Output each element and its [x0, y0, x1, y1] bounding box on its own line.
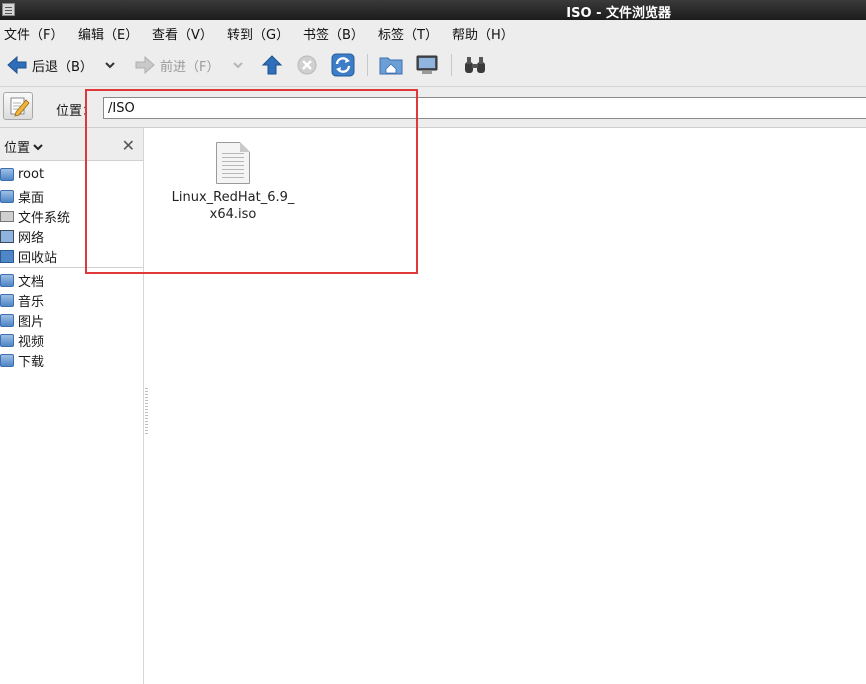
sidebar-item-trash[interactable]: 回收站	[0, 246, 142, 266]
sidebar-item-label: 视频	[18, 334, 45, 350]
toolbar: 后退（B） 前进（F）	[0, 44, 866, 87]
forward-label: 前进（F）	[160, 59, 220, 75]
chevron-down-icon	[33, 144, 43, 151]
sidebar-item-label: 下载	[18, 354, 45, 370]
sidebar-item-label: 音乐	[18, 294, 45, 310]
computer-button[interactable]	[415, 52, 439, 78]
stop-button[interactable]	[296, 52, 318, 78]
menu-tabs[interactable]: 标签（T）	[378, 24, 438, 43]
forward-arrow-icon	[135, 55, 155, 75]
sidebar-item-label: 图片	[18, 314, 45, 330]
forward-history-dropdown[interactable]	[232, 52, 244, 78]
videos-folder-icon	[0, 333, 14, 347]
home-folder-icon	[0, 167, 14, 181]
sidebar-item-label: root	[18, 166, 45, 182]
sidebar-header: 位置 ✕	[0, 128, 143, 161]
chevron-down-icon	[233, 62, 243, 69]
window-title: ISO - 文件浏览器	[566, 6, 671, 21]
menu-edit[interactable]: 编辑（E）	[78, 24, 138, 43]
home-button[interactable]	[379, 52, 403, 78]
location-input[interactable]	[103, 97, 866, 119]
up-arrow-icon	[261, 55, 283, 75]
sidebar-item-label: 桌面	[18, 190, 45, 206]
sidebar-item-documents[interactable]: 文档	[0, 270, 142, 290]
title-bar: ISO - 文件浏览器	[0, 0, 866, 21]
up-button[interactable]	[261, 52, 283, 78]
toolbar-separator	[367, 54, 368, 76]
sidebar: 位置 ✕ root 桌面 文件系统 网络 回收站 文档 音乐 图片 视频 下载	[0, 128, 144, 684]
stop-icon	[297, 55, 317, 75]
pencil-edit-icon	[10, 97, 30, 117]
reload-icon	[331, 53, 355, 77]
iso-file-icon	[216, 142, 250, 184]
sidebar-item-filesystem[interactable]: 文件系统	[0, 206, 142, 226]
location-label: 位置：	[56, 104, 96, 119]
sidebar-item-label: 回收站	[18, 250, 58, 266]
home-folder-icon	[379, 57, 403, 75]
binoculars-search-icon	[465, 57, 485, 73]
search-button[interactable]	[463, 52, 487, 78]
sidebar-item-pictures[interactable]: 图片	[0, 310, 142, 330]
sidebar-item-label: 文档	[18, 274, 45, 290]
sidebar-divider	[0, 267, 143, 268]
sidebar-item-network[interactable]: 网络	[0, 226, 142, 246]
menu-bookmarks[interactable]: 书签（B）	[303, 24, 364, 43]
pictures-folder-icon	[0, 313, 14, 327]
menu-help[interactable]: 帮助（H）	[452, 24, 514, 43]
forward-button[interactable]: 前进（F）	[134, 52, 219, 78]
menu-view[interactable]: 查看（V）	[152, 24, 213, 43]
back-arrow-icon	[7, 55, 27, 75]
sidebar-item-music[interactable]: 音乐	[0, 290, 142, 310]
sidebar-item-label: 文件系统	[18, 210, 71, 226]
back-history-dropdown[interactable]	[104, 52, 116, 78]
desktop-folder-icon	[0, 189, 14, 203]
pane-resize-handle[interactable]	[145, 388, 148, 436]
location-bar: 位置：	[0, 87, 866, 128]
network-icon	[0, 229, 14, 243]
drive-icon	[0, 210, 14, 222]
downloads-folder-icon	[0, 353, 14, 367]
sidebar-mode-selector[interactable]: 位置	[4, 137, 44, 156]
chevron-down-icon	[105, 62, 115, 69]
computer-icon	[416, 55, 438, 74]
menu-file[interactable]: 文件（F）	[4, 24, 63, 43]
edit-location-toggle[interactable]	[3, 92, 33, 120]
sidebar-item-videos[interactable]: 视频	[0, 330, 142, 350]
back-label: 后退（B）	[32, 59, 93, 75]
sidebar-item-root[interactable]: root	[0, 164, 142, 184]
sidebar-item-downloads[interactable]: 下载	[0, 350, 142, 370]
file-item[interactable]: Linux_RedHat_6.9_x64.iso	[168, 142, 298, 223]
documents-folder-icon	[0, 273, 14, 287]
trash-icon	[0, 249, 14, 263]
close-sidebar-icon[interactable]: ✕	[122, 136, 135, 155]
sidebar-item-label: 网络	[18, 230, 45, 246]
sidebar-mode-label: 位置	[4, 141, 31, 156]
back-button[interactable]: 后退（B）	[6, 52, 93, 78]
file-name: Linux_RedHat_6.9_x64.iso	[171, 190, 295, 222]
menu-go[interactable]: 转到（G）	[227, 24, 289, 43]
reload-button[interactable]	[331, 52, 355, 78]
music-folder-icon	[0, 293, 14, 307]
menu-bar: 文件（F） 编辑（E） 查看（V） 转到（G） 书签（B） 标签（T） 帮助（H…	[0, 20, 866, 44]
window-menu-icon[interactable]	[2, 3, 15, 16]
toolbar-separator	[451, 54, 452, 76]
sidebar-item-desktop[interactable]: 桌面	[0, 186, 142, 206]
